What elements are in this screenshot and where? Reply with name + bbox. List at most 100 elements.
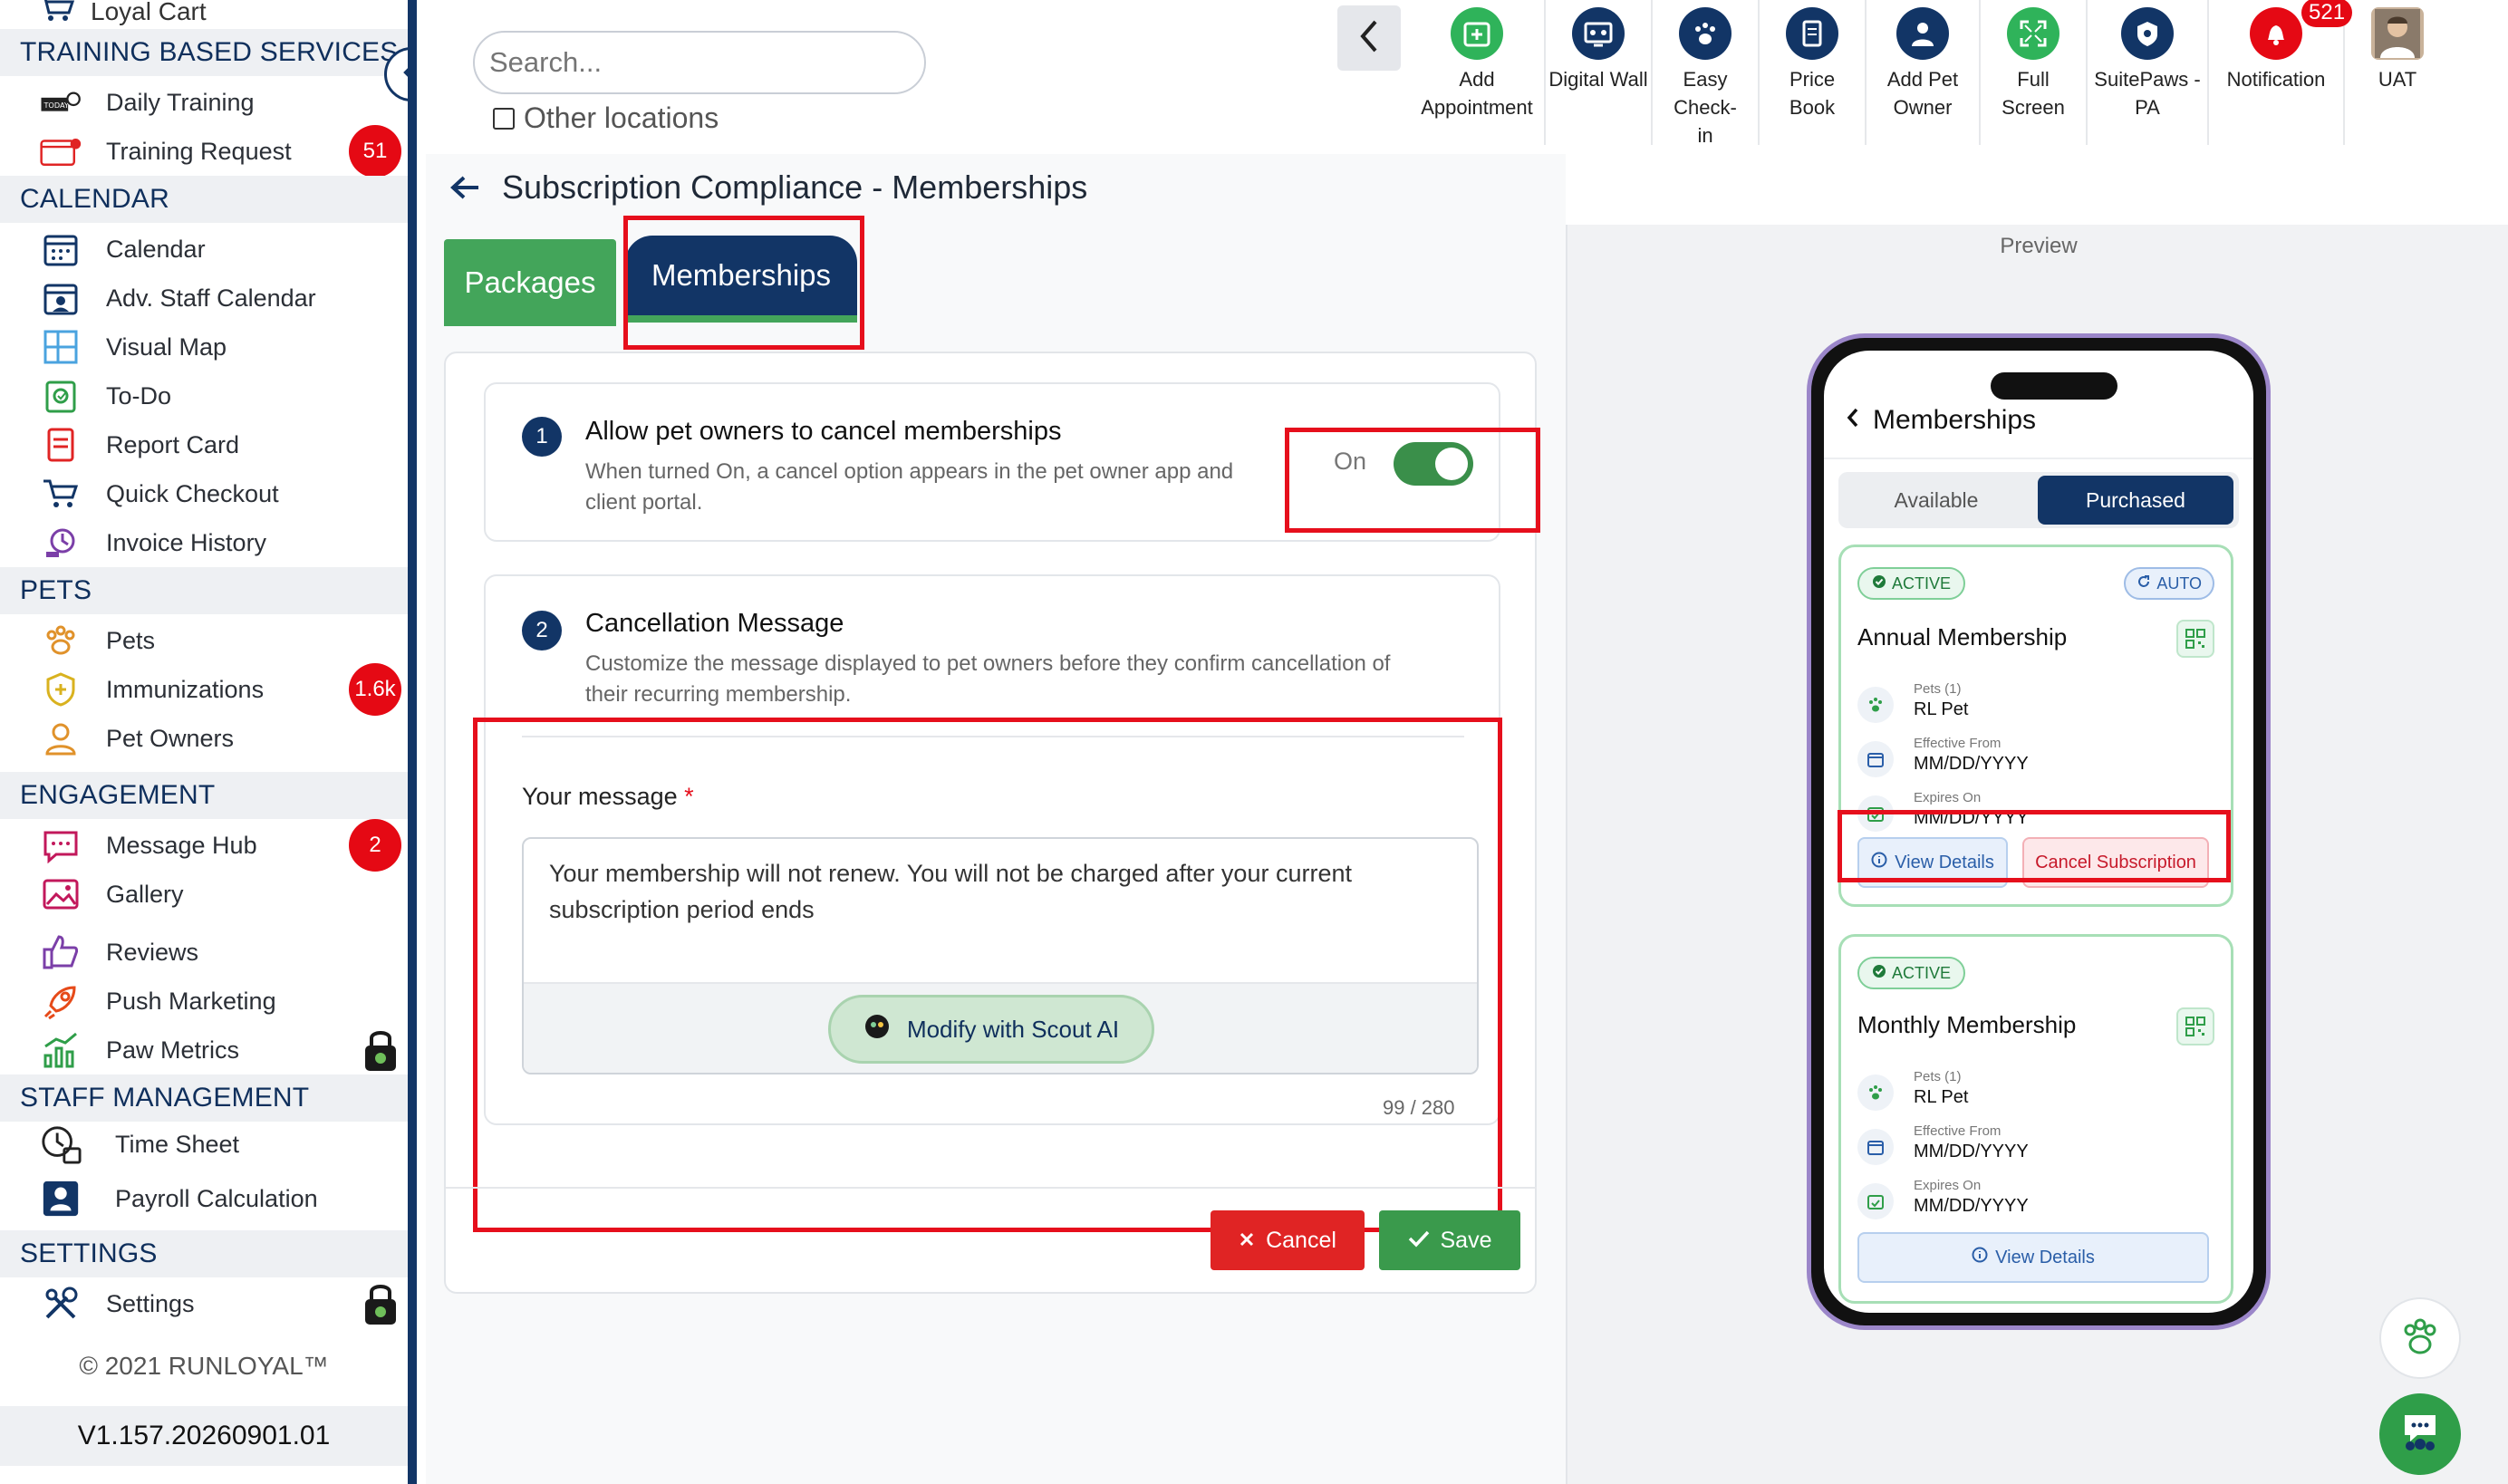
view-details-button[interactable]: View Details xyxy=(1857,1232,2209,1283)
qr-code-icon[interactable] xyxy=(2176,620,2214,658)
chevron-left-icon xyxy=(1846,405,1860,436)
tool-label: Price Book xyxy=(1789,68,1836,119)
back-arrow-icon[interactable] xyxy=(426,174,480,201)
full-screen-button[interactable]: Full Screen xyxy=(1981,0,2088,145)
sidebar-item-invoice-history[interactable]: Invoice History xyxy=(0,518,408,567)
sidebar-item-settings[interactable]: Settings xyxy=(0,1279,408,1328)
sidebar-item-immunizations[interactable]: Immunizations 1.6k xyxy=(0,663,408,716)
phone-tabs: Available Purchased xyxy=(1838,472,2239,528)
tab-memberships[interactable]: Memberships xyxy=(625,236,857,323)
paw-help-button[interactable] xyxy=(2379,1297,2461,1379)
toolbar-collapse-button[interactable] xyxy=(1337,5,1401,71)
sidebar-item-loyal-cart[interactable]: Loyal Cart xyxy=(36,0,207,28)
cancel-subscription-button[interactable]: Cancel Subscription xyxy=(2022,837,2209,888)
effective-value: MM/DD/YYYY xyxy=(1914,1142,2029,1161)
sidebar-item-pet-owners[interactable]: Pet Owners xyxy=(0,714,408,763)
sidebar-item-gallery[interactable]: Gallery xyxy=(0,870,408,919)
membership-card: ACTIVE Monthly Membership Pets (1) RL Pe… xyxy=(1838,934,2233,1304)
message-textarea[interactable]: Your membership will not renew. You will… xyxy=(549,855,1441,928)
scout-ai-label: Modify with Scout AI xyxy=(906,1015,1120,1043)
sidebar-item-paw-metrics[interactable]: Paw Metrics xyxy=(0,1026,408,1074)
sidebar-item-label: Payroll Calculation xyxy=(115,1184,318,1212)
version-text: V1.157.20260901.01 xyxy=(0,1406,408,1466)
phone-notch xyxy=(1991,372,2117,400)
sidebar-item-payroll-calculation[interactable]: Payroll Calculation xyxy=(0,1174,408,1223)
sidebar-item-quick-checkout[interactable]: Quick Checkout xyxy=(0,469,408,518)
auto-renew-badge: AUTO xyxy=(2124,567,2214,600)
effective-value: MM/DD/YYYY xyxy=(1914,754,2029,774)
add-appointment-button[interactable]: Add Appointment xyxy=(1410,0,1546,145)
allow-cancel-toggle[interactable] xyxy=(1394,442,1473,486)
add-pet-owner-button[interactable]: Add Pet Owner xyxy=(1867,0,1981,145)
easy-check-in-button[interactable]: Easy Check-in xyxy=(1653,0,1760,147)
save-button[interactable]: Save xyxy=(1379,1210,1520,1270)
checkbox[interactable] xyxy=(493,107,515,130)
tool-label: Easy Check-in xyxy=(1674,68,1737,147)
preview-panel: Preview Memberships Available Purchased … xyxy=(1566,225,2508,1484)
top-bar: Other locations Add Appointment Digital … xyxy=(426,0,2508,154)
sidebar-item-daily-training[interactable]: TODAY Daily Training xyxy=(0,78,408,127)
sidebar-item-report-card[interactable]: Report Card xyxy=(0,420,408,469)
message-field[interactable]: Your membership will not renew. You will… xyxy=(522,837,1479,1074)
report-card-icon xyxy=(40,424,82,466)
sidebar-item-visual-map[interactable]: Visual Map xyxy=(0,323,408,371)
chat-support-button[interactable] xyxy=(2379,1393,2461,1475)
save-label: Save xyxy=(1440,1227,1492,1253)
expires-row: Expires On MM/DD/YYYY xyxy=(1857,790,2220,841)
notification-button[interactable]: 521 Notification xyxy=(2209,0,2353,145)
user-plus-icon xyxy=(1896,7,1949,60)
daily-training-icon: TODAY xyxy=(40,82,82,123)
effective-label: Effective From xyxy=(1914,1123,2002,1139)
cancel-button[interactable]: Cancel xyxy=(1211,1210,1365,1270)
status-badge: ACTIVE xyxy=(1857,957,1966,989)
sidebar-item-calendar[interactable]: Calendar xyxy=(0,225,408,274)
sidebar-item-training-request[interactable]: Training Request 51 xyxy=(0,125,408,178)
sidebar-item-pets[interactable]: Pets xyxy=(0,616,408,665)
lock-icon xyxy=(362,1281,399,1326)
paw-icon xyxy=(40,620,82,661)
cancellation-message-card: 2 Cancellation Message Customize the mes… xyxy=(484,574,1500,1125)
modify-with-scout-ai-button[interactable]: Modify with Scout AI xyxy=(828,995,1154,1064)
tool-label: SuitePaws - PA xyxy=(2094,68,2201,119)
tools-icon xyxy=(40,1283,82,1325)
sidebar-item-reviews[interactable]: Reviews xyxy=(0,928,408,977)
section-staff-management: STAFF MANAGEMENT xyxy=(0,1074,408,1122)
sidebar-item-time-sheet[interactable]: Time Sheet xyxy=(0,1120,408,1169)
todo-icon xyxy=(40,375,82,417)
pets-label: Pets (1) xyxy=(1914,1069,1962,1084)
sidebar-item-message-hub[interactable]: Message Hub 2 xyxy=(0,819,408,872)
clock-icon xyxy=(40,1123,82,1165)
pets-row: Pets (1) RL Pet xyxy=(1857,1069,2220,1120)
price-book-button[interactable]: Price Book xyxy=(1760,0,1867,145)
sidebar-item-label: Gallery xyxy=(106,880,184,908)
calendar-check-icon xyxy=(1857,1183,1894,1219)
view-details-button[interactable]: View Details xyxy=(1857,837,2008,888)
sidebar: Loyal Cart TRAINING BASED SERVICES TODAY… xyxy=(0,0,417,1484)
invoice-icon xyxy=(40,522,82,564)
phone-tab-purchased[interactable]: Purchased xyxy=(2038,476,2233,525)
rocket-icon xyxy=(40,980,82,1022)
preview-label: Preview xyxy=(2000,234,2078,258)
other-locations-checkbox[interactable]: Other locations xyxy=(493,101,719,135)
sidebar-item-adv-staff-calendar[interactable]: Adv. Staff Calendar xyxy=(0,274,408,323)
sidebar-item-push-marketing[interactable]: Push Marketing xyxy=(0,977,408,1026)
shield-icon xyxy=(40,669,82,710)
qr-code-icon[interactable] xyxy=(2176,1007,2214,1046)
phone-tab-available[interactable]: Available xyxy=(1838,472,2034,528)
digital-wall-button[interactable]: Digital Wall xyxy=(1546,0,1653,145)
phone-mockup: Memberships Available Purchased ACTIVE A… xyxy=(1807,333,2271,1330)
image-icon xyxy=(40,873,82,915)
sidebar-item-label: Paw Metrics xyxy=(106,1036,240,1064)
tab-packages[interactable]: Packages xyxy=(444,239,616,326)
sidebar-item-todo[interactable]: To-Do xyxy=(0,371,408,420)
tool-label: Add Appointment xyxy=(1421,68,1533,119)
user-menu-button[interactable]: UAT xyxy=(2345,0,2450,145)
paw-icon xyxy=(2397,1314,2443,1364)
view-details-label: View Details xyxy=(1995,1247,2095,1267)
setting-title: Allow pet owners to cancel memberships xyxy=(585,417,1062,446)
sidebar-item-label: Time Sheet xyxy=(115,1130,240,1158)
section-settings: SETTINGS xyxy=(0,1230,408,1277)
effective-row: Effective From MM/DD/YYYY xyxy=(1857,1123,2220,1174)
search-input[interactable] xyxy=(473,31,926,94)
suitepaws-button[interactable]: SuitePaws - PA xyxy=(2088,0,2209,145)
